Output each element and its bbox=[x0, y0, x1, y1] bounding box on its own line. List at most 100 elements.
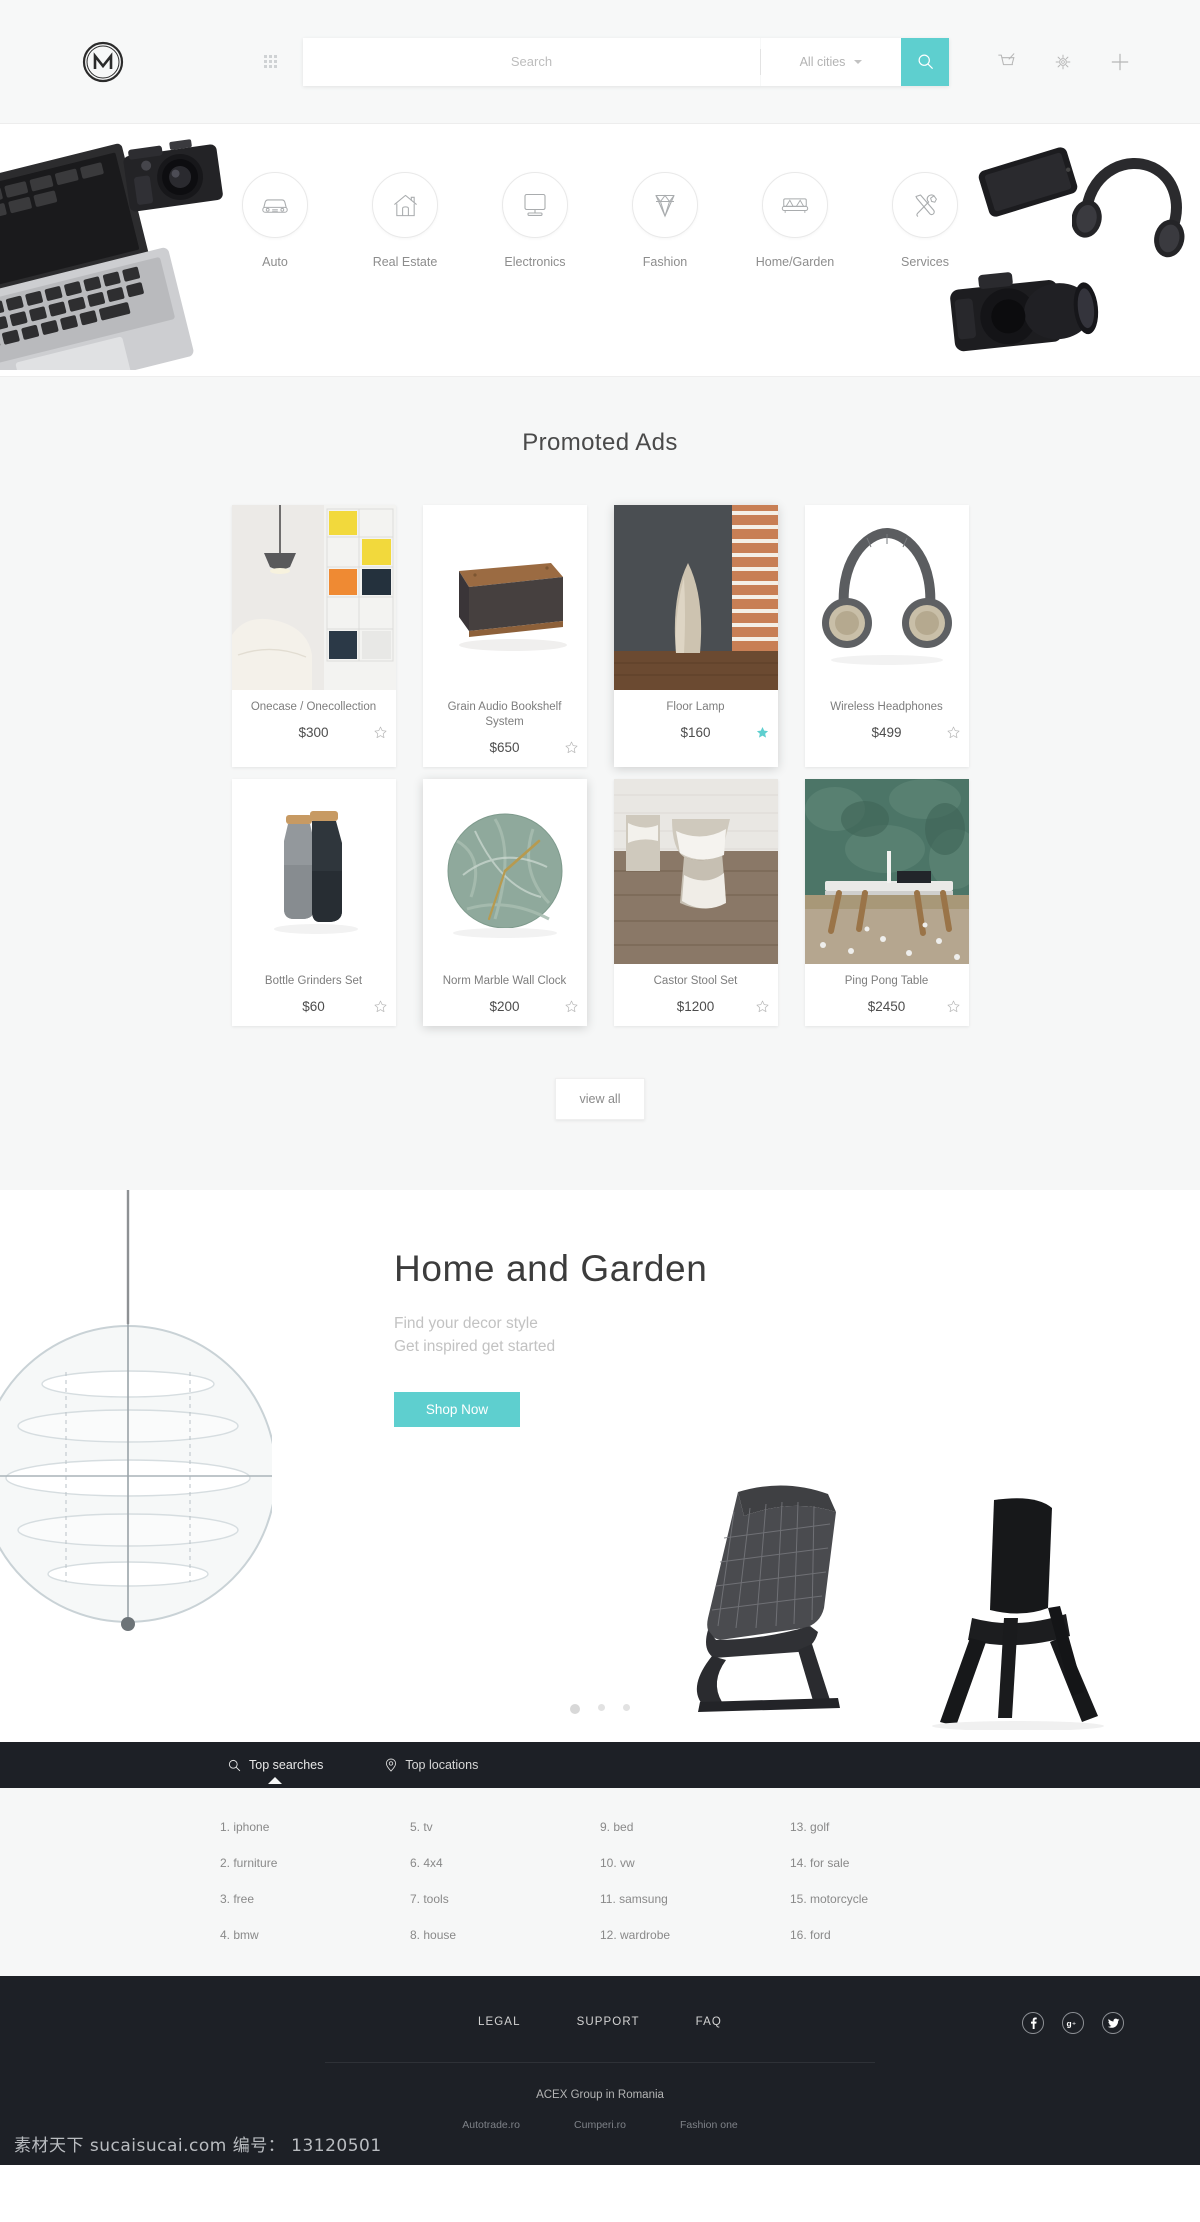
search-term[interactable]: 1. iphone bbox=[220, 1820, 410, 1834]
carousel-dot[interactable] bbox=[598, 1704, 605, 1711]
category-label: Auto bbox=[262, 255, 288, 269]
footer-company: ACEX Group in Romania bbox=[536, 2089, 664, 2101]
search-input[interactable] bbox=[303, 54, 760, 69]
tab-top-searches[interactable]: Top searches bbox=[228, 1758, 324, 1784]
tab-top-locations[interactable]: Top locations bbox=[385, 1758, 478, 1772]
cart-icon[interactable] bbox=[997, 52, 1016, 71]
site-logo[interactable] bbox=[80, 39, 126, 85]
sofa-icon bbox=[781, 198, 809, 213]
shop-now-button[interactable]: Shop Now bbox=[394, 1392, 520, 1427]
product-name: Floor Lamp bbox=[666, 701, 725, 713]
top-searches-grid: 1. iphone 5. tv 9. bed 13. golf 2. furni… bbox=[220, 1820, 980, 1942]
favorite-star-icon[interactable] bbox=[374, 1000, 387, 1018]
home-garden-banner: Home and Garden Find your decor style Ge… bbox=[0, 1190, 1200, 1742]
category-item-auto[interactable]: Auto bbox=[236, 172, 315, 269]
search-button[interactable] bbox=[901, 37, 949, 86]
footer-link-support[interactable]: SUPPORT bbox=[577, 2016, 640, 2028]
view-all-button[interactable]: view all bbox=[555, 1078, 645, 1120]
plus-icon[interactable] bbox=[1110, 52, 1130, 72]
category-circle bbox=[372, 172, 438, 238]
carousel-dot[interactable] bbox=[570, 1704, 580, 1714]
category-item-home-garden[interactable]: Home/Garden bbox=[756, 172, 835, 269]
search-term[interactable]: 8. house bbox=[410, 1928, 600, 1942]
favorite-star-icon[interactable] bbox=[756, 726, 769, 744]
product-body: Onecase / Onecollection $300 bbox=[232, 690, 396, 752]
product-image bbox=[231, 505, 396, 690]
search-term[interactable]: 3. free bbox=[220, 1892, 410, 1906]
favorite-star-icon[interactable] bbox=[947, 1000, 960, 1018]
product-name: Wireless Headphones bbox=[830, 701, 943, 713]
category-item-electronics[interactable]: Electronics bbox=[496, 172, 575, 269]
footer-top: LEGAL SUPPORT FAQ g + bbox=[0, 2012, 1200, 2062]
google-plus-icon[interactable]: g + bbox=[1062, 2012, 1084, 2034]
product-card[interactable]: Wireless Headphones $499 bbox=[804, 505, 969, 767]
search-icon bbox=[228, 1759, 241, 1771]
product-image bbox=[613, 505, 778, 690]
search-term[interactable]: 9. bed bbox=[600, 1820, 790, 1834]
favorite-star-icon[interactable] bbox=[565, 741, 578, 759]
favorite-star-icon[interactable] bbox=[947, 726, 960, 744]
product-body: Ping Pong Table $2450 bbox=[805, 964, 969, 1026]
footer-brand-cumperi[interactable]: Cumperi.ro bbox=[574, 2119, 626, 2131]
twitter-icon[interactable] bbox=[1102, 2012, 1124, 2034]
product-card[interactable]: Floor Lamp $160 bbox=[613, 505, 778, 767]
footer-link-legal[interactable]: LEGAL bbox=[478, 2016, 521, 2028]
grid-apps-icon[interactable] bbox=[264, 55, 277, 68]
city-select-label: All cities bbox=[799, 54, 846, 69]
product-card[interactable]: Ping Pong Table $2450 bbox=[804, 779, 969, 1026]
footer-link-faq[interactable]: FAQ bbox=[696, 2016, 722, 2028]
product-name: Bottle Grinders Set bbox=[264, 975, 363, 987]
footer-brand-fashion-one[interactable]: Fashion one bbox=[680, 2119, 738, 2131]
page-title: Promoted Ads bbox=[522, 429, 678, 456]
city-select[interactable]: All cities bbox=[761, 37, 901, 86]
product-card[interactable]: Norm Marble Wall Clock $200 bbox=[422, 779, 587, 1026]
product-card[interactable]: Bottle Grinders Set $60 bbox=[231, 779, 396, 1026]
category-label: Real Estate bbox=[372, 255, 438, 269]
product-card[interactable]: Onecase / Onecollection $300 bbox=[231, 505, 396, 767]
product-image bbox=[231, 779, 396, 964]
banner-subtitle-line1: Find your decor style bbox=[394, 1315, 538, 1332]
search-term[interactable]: 15. motorcycle bbox=[790, 1892, 980, 1906]
product-price: $499 bbox=[871, 725, 902, 740]
tab-label: Top locations bbox=[405, 1758, 479, 1772]
search-bar: All cities bbox=[303, 37, 949, 86]
category-label: Electronics bbox=[504, 255, 566, 269]
search-term[interactable]: 7. tools bbox=[410, 1892, 600, 1906]
search-term[interactable]: 6. 4x4 bbox=[410, 1856, 600, 1870]
search-term[interactable]: 14. for sale bbox=[790, 1856, 980, 1870]
gear-icon[interactable] bbox=[1054, 53, 1072, 71]
product-price: $650 bbox=[489, 740, 520, 755]
product-image bbox=[422, 779, 587, 964]
category-circle bbox=[762, 172, 828, 238]
search-term[interactable]: 4. bmw bbox=[220, 1928, 410, 1942]
search-term[interactable]: 13. golf bbox=[790, 1820, 980, 1834]
category-item-real-estate[interactable]: Real Estate bbox=[366, 172, 445, 269]
category-item-fashion[interactable]: Fashion bbox=[626, 172, 705, 269]
search-term[interactable]: 11. samsung bbox=[600, 1892, 790, 1906]
footer-brands: Autotrade.ro Cumperi.ro Fashion one bbox=[0, 2119, 1200, 2131]
category-circle bbox=[502, 172, 568, 238]
product-image bbox=[613, 779, 778, 964]
carousel-dot[interactable] bbox=[623, 1704, 630, 1711]
product-card[interactable]: Castor Stool Set $1200 bbox=[613, 779, 778, 1026]
social-links: g + bbox=[1022, 2012, 1124, 2034]
favorite-star-icon[interactable] bbox=[756, 1000, 769, 1018]
favorite-star-icon[interactable] bbox=[374, 726, 387, 744]
search-term[interactable]: 5. tv bbox=[410, 1820, 600, 1834]
search-term[interactable]: 12. wardrobe bbox=[600, 1928, 790, 1942]
tab-label: Top searches bbox=[249, 1758, 324, 1772]
favorite-star-icon[interactable] bbox=[565, 1000, 578, 1018]
view-all-wrap: view all bbox=[0, 1078, 1200, 1120]
search-term[interactable]: 2. furniture bbox=[220, 1856, 410, 1870]
category-item-services[interactable]: Services bbox=[886, 172, 965, 269]
dslr-camera-photo bbox=[950, 272, 1099, 352]
carousel-dots bbox=[0, 1704, 1200, 1714]
search-icon bbox=[918, 54, 933, 69]
footer-brand-autotrade[interactable]: Autotrade.ro bbox=[462, 2119, 520, 2131]
facebook-icon[interactable] bbox=[1022, 2012, 1044, 2034]
home-garden-copy: Home and Garden Find your decor style Ge… bbox=[394, 1248, 707, 1427]
search-term[interactable]: 16. ford bbox=[790, 1928, 980, 1942]
search-term[interactable]: 10. vw bbox=[600, 1856, 790, 1870]
footer-links: LEGAL SUPPORT FAQ bbox=[478, 2016, 722, 2028]
product-card[interactable]: Grain Audio Bookshelf System $650 bbox=[422, 505, 587, 767]
